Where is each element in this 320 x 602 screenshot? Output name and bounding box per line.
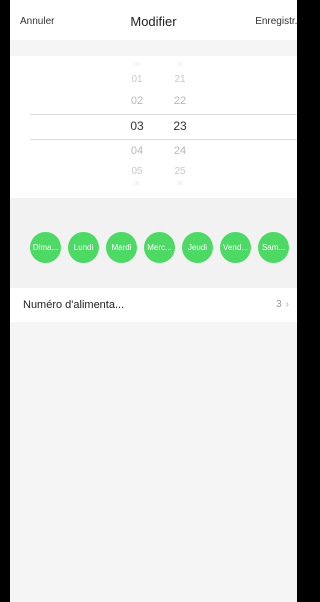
day-toggle-dimanche[interactable]: Dima... bbox=[30, 232, 61, 263]
picker-bottom-divider bbox=[30, 139, 297, 140]
save-button[interactable]: Enregistr... bbox=[255, 16, 297, 27]
hour-option[interactable]: 01 bbox=[122, 74, 152, 85]
feeding-count-row[interactable]: Numéro d'alimenta... 3 › bbox=[10, 288, 297, 322]
nav-bar: Annuler Modifier Enregistr... bbox=[10, 0, 297, 40]
minute-option[interactable]: 22 bbox=[165, 95, 195, 107]
hour-option[interactable]: 00 bbox=[122, 62, 152, 68]
minute-option[interactable]: 25 bbox=[165, 166, 195, 177]
feeding-count-label: Numéro d'alimenta... bbox=[23, 299, 125, 311]
hour-option[interactable]: 06 bbox=[122, 181, 152, 187]
hour-option[interactable]: 02 bbox=[122, 95, 152, 107]
hour-option[interactable]: 04 bbox=[122, 145, 152, 157]
day-toggle-lundi[interactable]: Lundi bbox=[68, 232, 99, 263]
time-picker[interactable]: 00 01 02 03 04 05 06 20 21 22 23 24 25 2… bbox=[10, 56, 297, 198]
day-toggle-vendredi[interactable]: Vend... bbox=[220, 232, 251, 263]
minute-option[interactable]: 21 bbox=[165, 74, 195, 85]
minute-option[interactable]: 26 bbox=[165, 181, 195, 187]
day-toggle-mercredi[interactable]: Merc... bbox=[144, 232, 175, 263]
minute-option[interactable]: 20 bbox=[165, 62, 195, 68]
page-title: Modifier bbox=[130, 14, 177, 29]
picker-top-divider bbox=[30, 114, 297, 115]
hour-option[interactable]: 05 bbox=[122, 166, 152, 177]
hour-selected[interactable]: 03 bbox=[122, 119, 152, 133]
edit-schedule-screen: Annuler Modifier Enregistr... 00 01 02 0… bbox=[10, 0, 297, 602]
day-toggle-jeudi[interactable]: Jeudi bbox=[182, 232, 213, 263]
day-toggle-mardi[interactable]: Mardi bbox=[106, 232, 137, 263]
feeding-count-value-wrap: 3 › bbox=[276, 299, 289, 310]
minute-option[interactable]: 24 bbox=[165, 145, 195, 157]
chevron-right-icon: › bbox=[285, 299, 289, 310]
minute-selected[interactable]: 23 bbox=[165, 119, 195, 133]
day-toggle-samedi[interactable]: Sam... bbox=[258, 232, 289, 263]
weekday-selector: Dima... Lundi Mardi Merc... Jeudi Vend..… bbox=[10, 198, 297, 288]
feeding-count-value: 3 bbox=[276, 299, 282, 310]
